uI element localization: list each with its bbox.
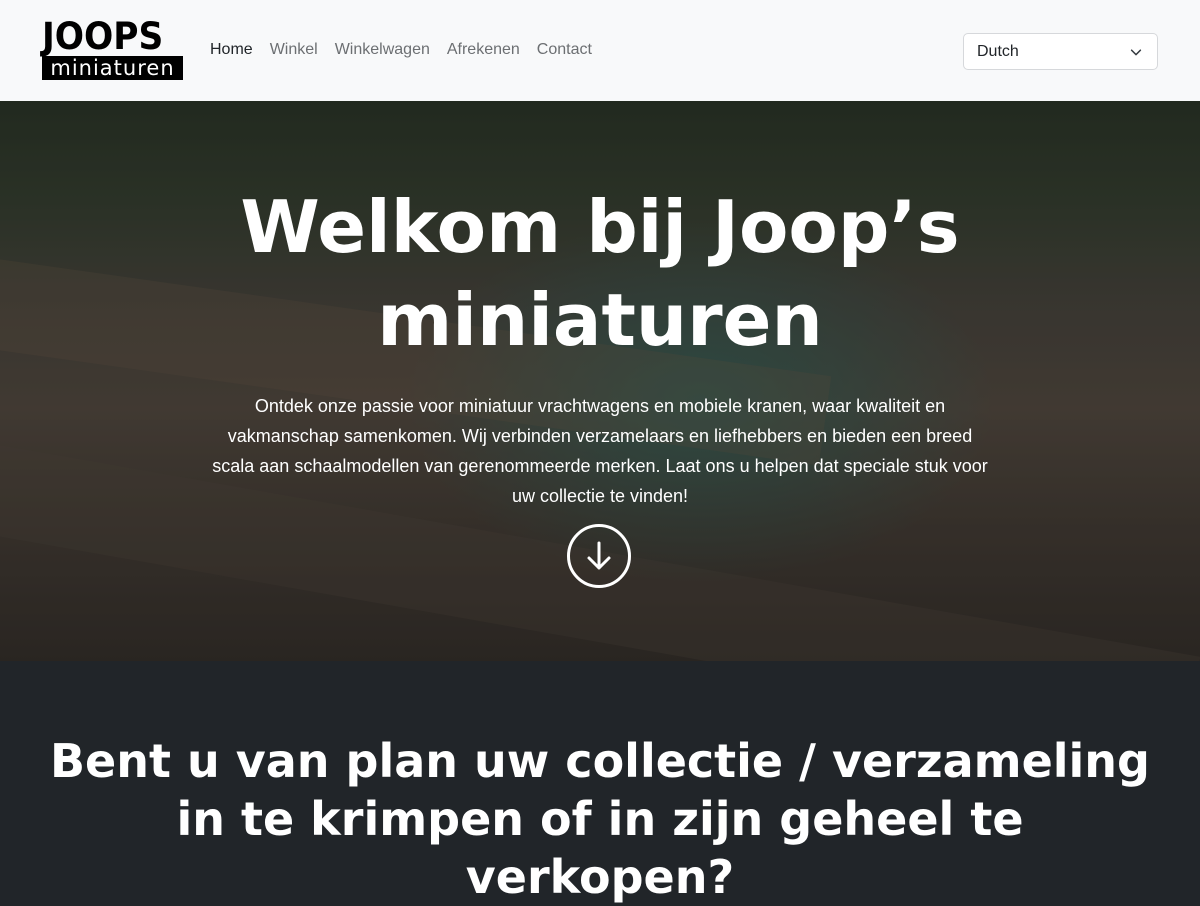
hero-section: Welkom bij Joop’s miniaturen Ontdek onze… (0, 101, 1200, 661)
section-title: Bent u van plan uw collectie / verzameli… (49, 734, 1150, 904)
logo-subtitle: miniaturen (42, 56, 183, 80)
language-selected-value: Dutch (977, 42, 1019, 60)
arrow-down-icon (587, 541, 611, 570)
nav-checkout[interactable]: Afrekenen (447, 40, 520, 60)
main-nav: Home Winkel Winkelwagen Afrekenen Contac… (210, 40, 609, 60)
nav-contact[interactable]: Contact (537, 40, 592, 60)
logo-title: JOOPS (42, 15, 164, 58)
nav-shop[interactable]: Winkel (270, 40, 318, 60)
hero-title: Welkom bij Joop’s miniaturen (240, 185, 960, 362)
nav-home[interactable]: Home (210, 40, 253, 60)
logo[interactable]: JOOPS miniaturen (42, 15, 183, 80)
scroll-down-button[interactable] (567, 524, 631, 588)
hero-description: Ontdek onze passie voor miniatuur vracht… (212, 396, 988, 506)
chevron-down-icon (1130, 49, 1142, 56)
language-select[interactable]: Dutch (963, 33, 1158, 70)
navbar: JOOPS miniaturen Home Winkel Winkelwagen… (0, 0, 1200, 101)
nav-cart[interactable]: Winkelwagen (335, 40, 430, 60)
sell-collection-section: Bent u van plan uw collectie / verzameli… (0, 661, 1200, 904)
